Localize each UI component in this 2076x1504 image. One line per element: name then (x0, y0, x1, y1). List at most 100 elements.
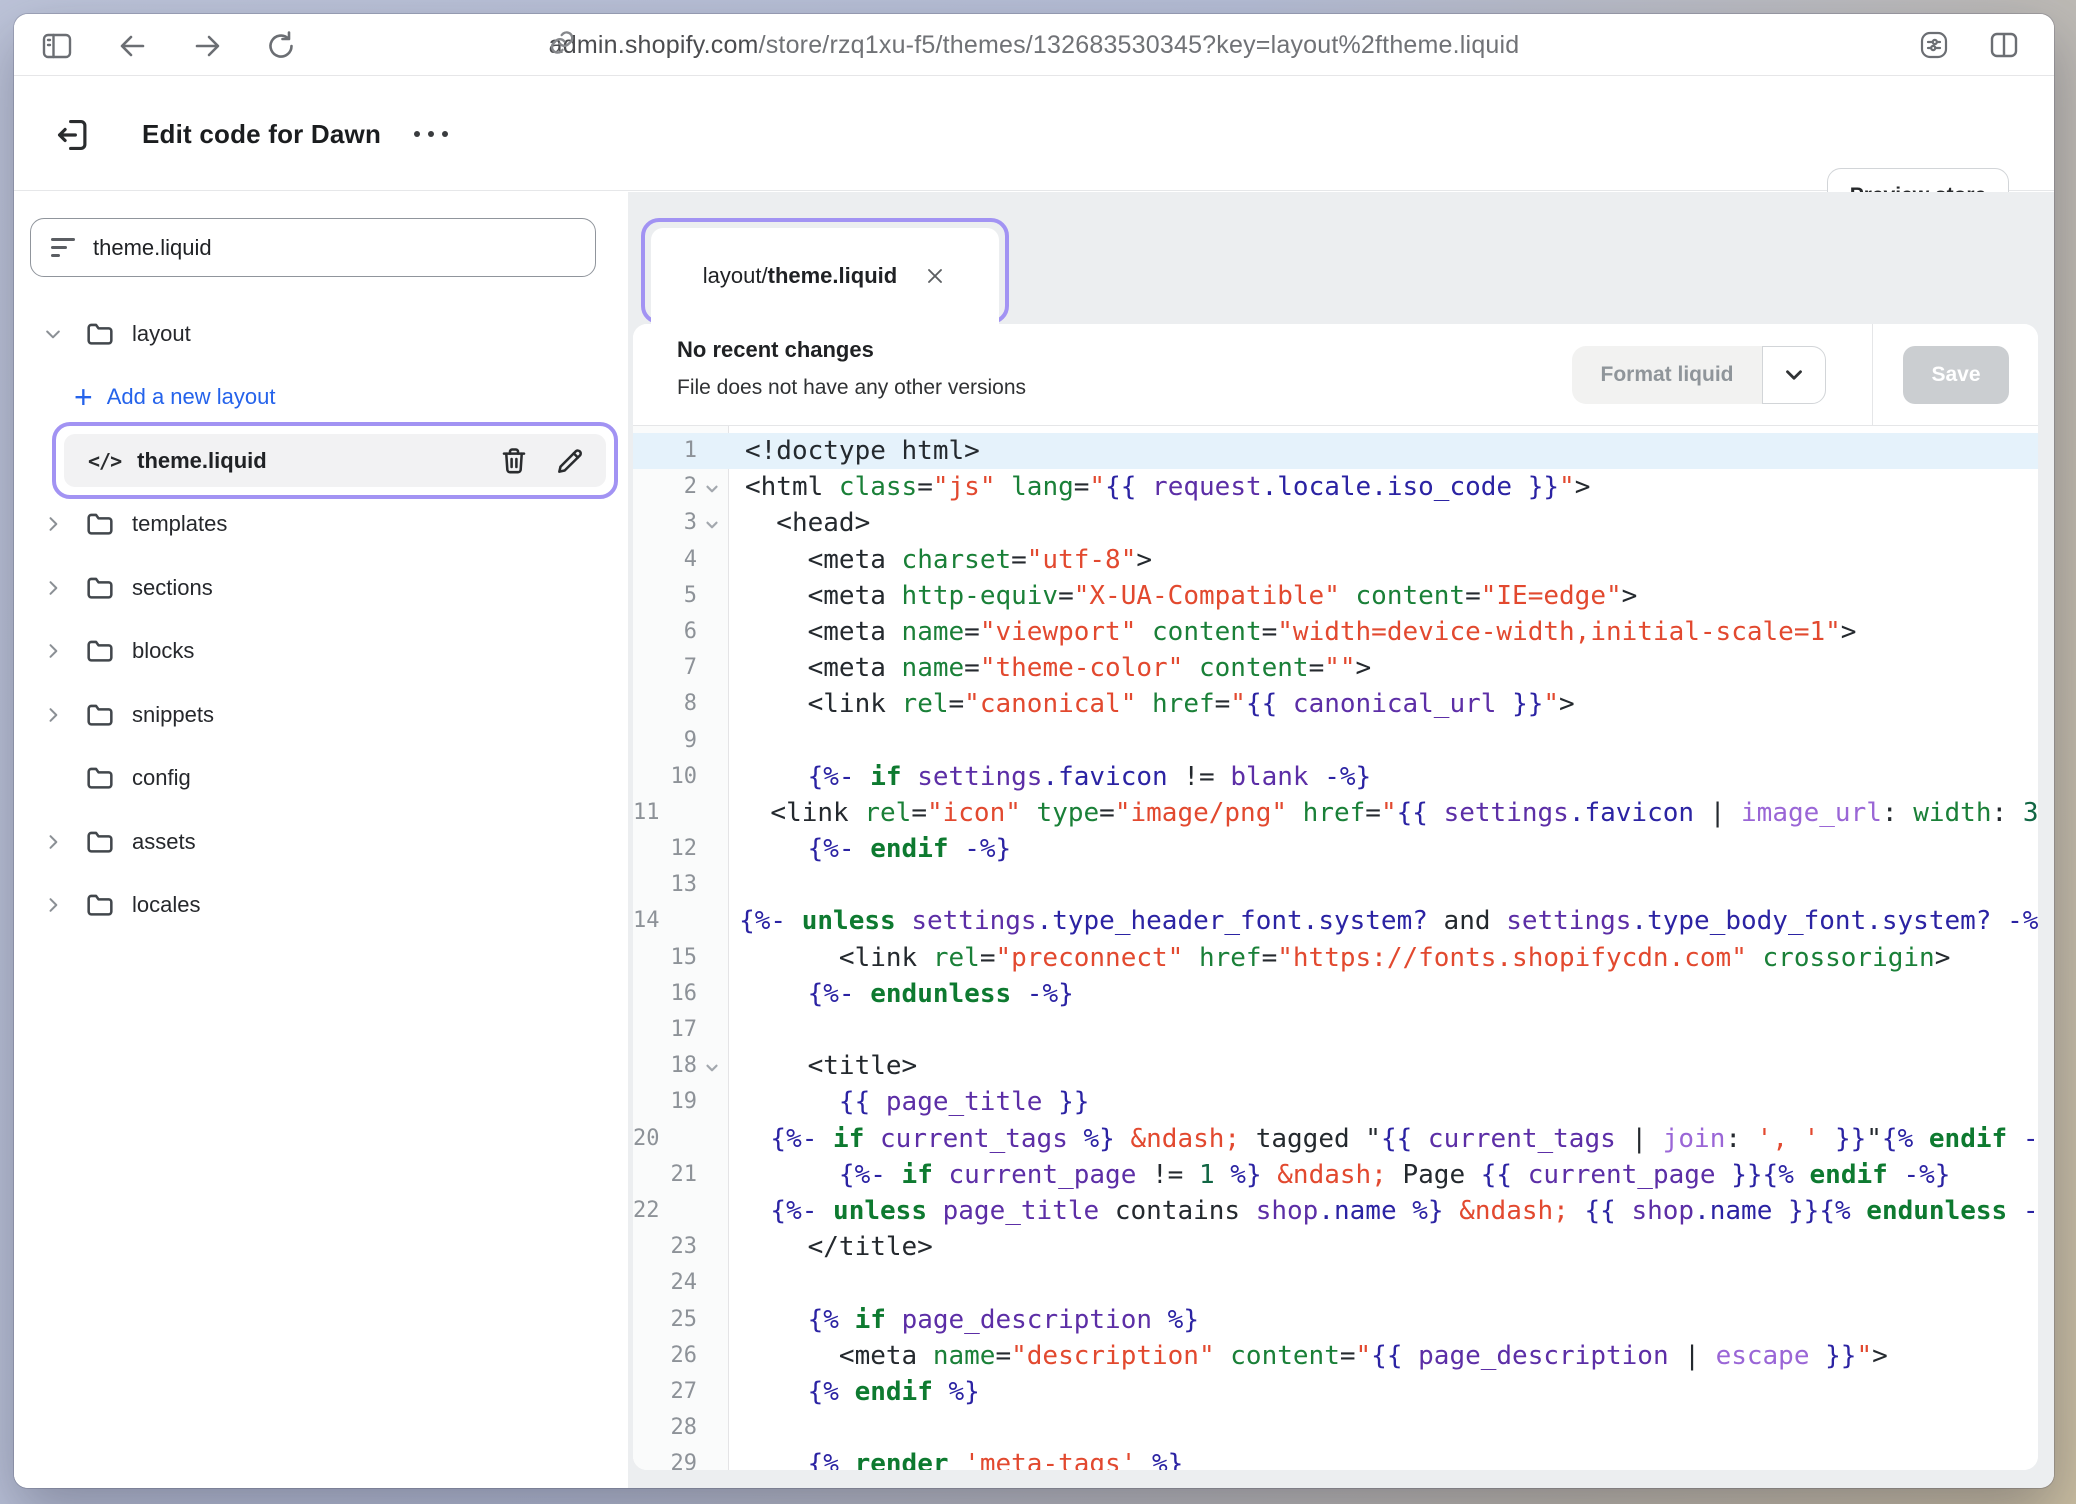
line-number: 24 (633, 1265, 697, 1301)
fold-gutter (697, 831, 728, 867)
file-annotation-ring: </>theme.liquid (52, 422, 618, 499)
code-line-5[interactable]: 5 <meta http-equiv="X-UA-Compatible" con… (633, 578, 2038, 614)
code-line-17[interactable]: 17 (633, 1012, 2038, 1048)
sidebar-item-assets[interactable]: assets (14, 810, 628, 874)
fold-toggle-icon[interactable] (697, 1048, 728, 1084)
code-line-11[interactable]: 11 <link rel="icon" type="image/png" hre… (633, 795, 2038, 831)
sidebar-item-locales[interactable]: locales (14, 874, 628, 938)
sidebar-item-blocks[interactable]: blocks (14, 620, 628, 684)
folder-icon (84, 826, 116, 858)
chevron-right-icon[interactable] (38, 705, 68, 725)
sidebar-item-label: layout (132, 321, 191, 347)
fold-gutter (697, 433, 728, 469)
sidebar-item-add-layout[interactable]: +Add a new layout (14, 366, 628, 430)
sidebar-item-snippets[interactable]: snippets (14, 683, 628, 747)
code-line-19[interactable]: 19 {{ page_title }} (633, 1084, 2038, 1120)
page-settings-icon[interactable] (1918, 29, 1950, 61)
format-liquid-dropdown[interactable] (1762, 346, 1826, 404)
code-line-13[interactable]: 13 (633, 867, 2038, 903)
code-text: {{ page_title }} (728, 1084, 1089, 1120)
split-view-icon[interactable] (1988, 29, 2020, 61)
code-text: {% endif %} (728, 1374, 980, 1410)
code-line-15[interactable]: 15 <link rel="preconnect" href="https://… (633, 940, 2038, 976)
code-line-27[interactable]: 27 {% endif %} (633, 1374, 2038, 1410)
folder-icon (84, 572, 116, 604)
address-bar[interactable]: admin.shopify.com/store/rzq1xu-f5/themes… (549, 14, 1520, 76)
file-item-theme-liquid[interactable]: </>theme.liquid (64, 434, 606, 487)
line-number: 1 (633, 433, 697, 469)
fold-toggle-icon[interactable] (697, 505, 728, 541)
sidebar-item-label: config (132, 765, 191, 791)
fold-gutter (697, 542, 728, 578)
sidebar-item-layout[interactable]: layout (14, 302, 628, 366)
rename-file-icon[interactable] (554, 445, 586, 477)
code-line-14[interactable]: 14 {%- unless settings.type_header_font.… (633, 903, 2038, 939)
code-line-3[interactable]: 3 <head> (633, 505, 2038, 541)
line-number: 5 (633, 578, 697, 614)
code-line-18[interactable]: 18 <title> (633, 1048, 2038, 1084)
fold-gutter (697, 723, 728, 759)
url-domain: admin.shopify.com (549, 31, 759, 59)
version-bar: No recent changes File does not have any… (633, 324, 2038, 426)
chevron-right-icon[interactable] (38, 578, 68, 598)
code-line-12[interactable]: 12 {%- endif -%} (633, 831, 2038, 867)
delete-file-icon[interactable] (498, 445, 530, 477)
code-line-1[interactable]: 1<!doctype html> (633, 433, 2038, 469)
line-number: 14 (633, 903, 660, 939)
code-text: <title> (728, 1048, 917, 1084)
folder-icon (84, 699, 116, 731)
exit-editor-icon[interactable] (54, 116, 92, 154)
tab-annotation-ring: layout/theme.liquid (641, 218, 1009, 324)
sidebar-item-config[interactable]: config (14, 747, 628, 811)
code-editor[interactable]: 1<!doctype html>2<html class="js" lang="… (633, 426, 2038, 1470)
code-line-22[interactable]: 22 {%- unless page_title contains shop.n… (633, 1193, 2038, 1229)
tab-close-icon[interactable] (923, 264, 947, 288)
browser-window: admin.shopify.com/store/rzq1xu-f5/themes… (14, 14, 2054, 1488)
browser-sidebar-toggle-icon[interactable] (40, 29, 74, 63)
code-line-4[interactable]: 4 <meta charset="utf-8"> (633, 542, 2038, 578)
code-text: {% render 'meta-tags' %} (728, 1446, 1183, 1470)
code-line-20[interactable]: 20 {%- if current_tags %} &ndash; tagged… (633, 1121, 2038, 1157)
sidebar-item-sections[interactable]: sections (14, 556, 628, 620)
forward-icon[interactable] (190, 29, 224, 63)
code-line-10[interactable]: 10 {%- if settings.favicon != blank -%} (633, 759, 2038, 795)
code-line-28[interactable]: 28 (633, 1410, 2038, 1446)
more-actions-icon[interactable] (414, 131, 448, 137)
add-layout-label: Add a new layout (107, 384, 276, 410)
tab-layout-theme-liquid[interactable]: layout/theme.liquid (651, 228, 999, 324)
code-line-7[interactable]: 7 <meta name="theme-color" content=""> (633, 650, 2038, 686)
code-line-26[interactable]: 26 <meta name="description" content="{{ … (633, 1338, 2038, 1374)
chevron-down-icon[interactable] (38, 324, 68, 344)
code-text: <link rel="canonical" href="{{ canonical… (728, 686, 1575, 722)
code-line-21[interactable]: 21 {%- if current_page != 1 %} &ndash; P… (633, 1157, 2038, 1193)
chevron-right-icon[interactable] (38, 895, 68, 915)
format-liquid-button[interactable]: Format liquid (1572, 346, 1762, 404)
fold-toggle-icon[interactable] (697, 469, 728, 505)
code-text: <meta http-equiv="X-UA-Compatible" conte… (728, 578, 1637, 614)
back-icon[interactable] (116, 29, 150, 63)
code-line-24[interactable]: 24 (633, 1265, 2038, 1301)
code-text: {%- unless page_title contains shop.name… (660, 1193, 2039, 1229)
code-line-23[interactable]: 23 </title> (633, 1229, 2038, 1265)
code-file-icon: </> (88, 449, 121, 473)
code-line-8[interactable]: 8 <link rel="canonical" href="{{ canonic… (633, 686, 2038, 722)
code-line-9[interactable]: 9 (633, 723, 2038, 759)
chevron-right-icon[interactable] (38, 514, 68, 534)
chevron-right-icon[interactable] (38, 641, 68, 661)
code-line-6[interactable]: 6 <meta name="viewport" content="width=d… (633, 614, 2038, 650)
code-line-16[interactable]: 16 {%- endunless -%} (633, 976, 2038, 1012)
fold-gutter (697, 1446, 728, 1470)
code-line-2[interactable]: 2<html class="js" lang="{{ request.local… (633, 469, 2038, 505)
sidebar-item-templates[interactable]: templates (14, 493, 628, 557)
reload-icon[interactable] (264, 29, 298, 63)
code-text: <meta charset="utf-8"> (728, 542, 1152, 578)
code-line-25[interactable]: 25 {% if page_description %} (633, 1302, 2038, 1338)
fold-gutter (697, 1265, 728, 1301)
line-number: 25 (633, 1302, 697, 1338)
app-header: Edit code for Dawn Preview store (14, 76, 2054, 191)
file-search-input[interactable] (93, 235, 595, 261)
chevron-right-icon[interactable] (38, 832, 68, 852)
sidebar-item-label: snippets (132, 702, 214, 728)
line-number: 12 (633, 831, 697, 867)
code-line-29[interactable]: 29 {% render 'meta-tags' %} (633, 1446, 2038, 1470)
